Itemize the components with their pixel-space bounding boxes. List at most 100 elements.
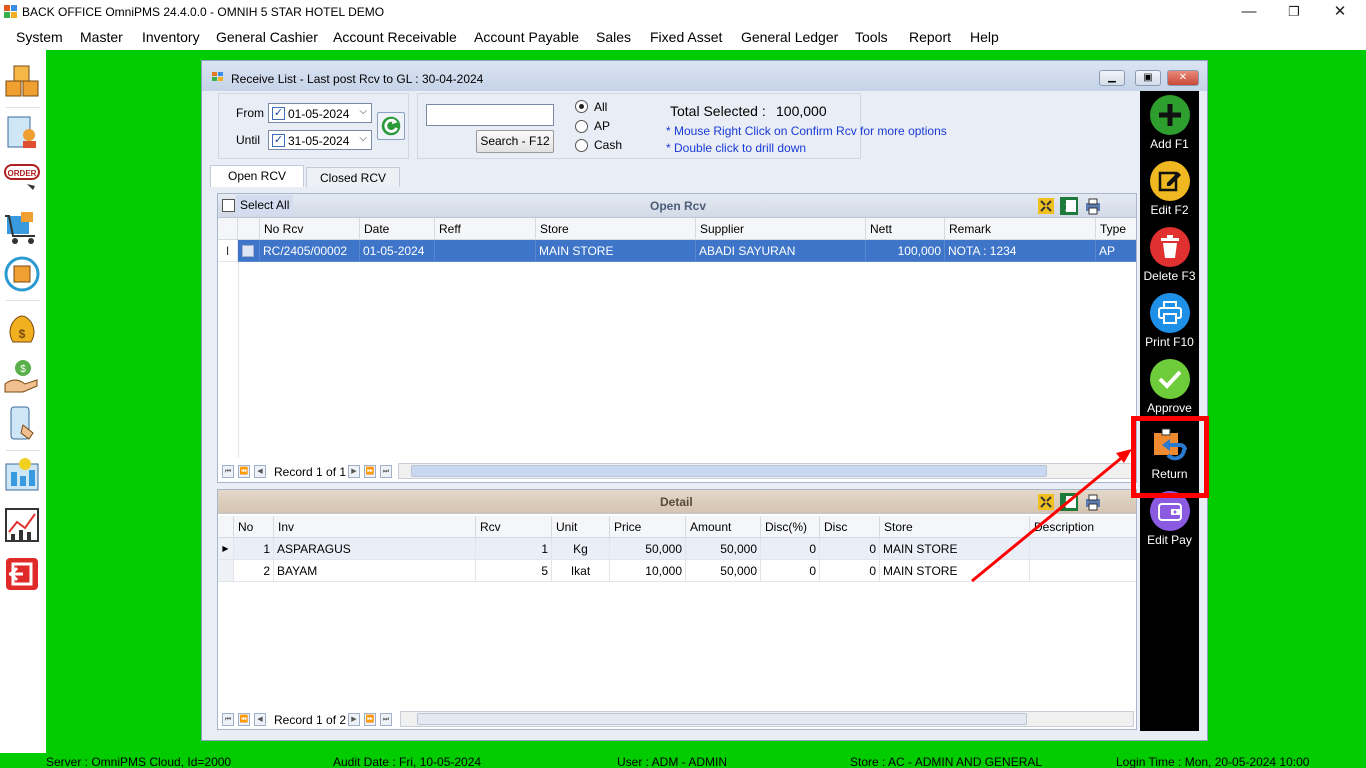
nav-prev-page-button[interactable]: ⏪ (238, 713, 250, 726)
detail-title: Detail (660, 495, 693, 509)
cell-price: 50,000 (610, 538, 686, 560)
col-supplier[interactable]: Supplier (696, 218, 866, 240)
scroll-thumb[interactable] (411, 465, 1047, 477)
cell-rcv: 1 (476, 538, 552, 560)
until-date-picker[interactable]: ✓ 31-05-2024 ⌵ (268, 130, 372, 150)
edit-pay-button[interactable]: Edit Pay (1140, 491, 1199, 547)
nav-next-button[interactable]: ▶ (348, 713, 360, 726)
edit-button[interactable]: Edit F2 (1140, 161, 1199, 217)
search-input[interactable] (426, 104, 554, 126)
hand-money-icon[interactable]: $ (3, 356, 41, 394)
radio-cash[interactable] (575, 139, 588, 152)
col-type[interactable]: Type (1096, 218, 1136, 240)
cell-supplier: ABADI SAYURAN (696, 240, 866, 262)
cell-inv: ASPARAGUS (274, 538, 476, 560)
tab-open-rcv[interactable]: Open RCV (210, 165, 304, 187)
col-nett[interactable]: Nett (866, 218, 945, 240)
add-button[interactable]: Add F1 (1140, 95, 1199, 151)
window-minimize-button[interactable]: ▁ (1099, 70, 1125, 86)
menu-inventory[interactable]: Inventory (142, 29, 200, 45)
window-restore-button[interactable]: ▣ (1135, 70, 1161, 86)
menu-system[interactable]: System (16, 29, 63, 45)
money-bag-icon[interactable]: $ (3, 308, 41, 346)
col-reff[interactable]: Reff (435, 218, 536, 240)
nav-next-button[interactable]: ▶ (348, 465, 360, 478)
app-title: BACK OFFICE OmniPMS 24.4.0.0 - OMNIH 5 S… (22, 5, 385, 19)
minimize-button[interactable]: — (1229, 2, 1269, 24)
mobile-touch-icon[interactable] (3, 405, 41, 443)
excel-icon[interactable]: X (1060, 197, 1078, 215)
menu-account-receivable[interactable]: Account Receivable (333, 29, 457, 45)
col-unit[interactable]: Unit (552, 516, 610, 538)
menu-general-cashier[interactable]: General Cashier (216, 29, 318, 45)
col-disc-percent[interactable]: Disc(%) (761, 516, 820, 538)
delete-button[interactable]: Delete F3 (1140, 227, 1199, 283)
date-filter-panel: From ✓ 01-05-2024 ⌵ Until ✓ 31-05-2024 ⌵ (218, 93, 409, 159)
open-rcv-title: Open Rcv (650, 199, 707, 213)
report-board-icon[interactable] (3, 456, 41, 494)
menu-account-payable[interactable]: Account Payable (474, 29, 579, 45)
nav-next-page-button[interactable]: ⏩ (364, 465, 376, 478)
horizontal-scrollbar[interactable] (400, 711, 1134, 727)
nav-next-page-button[interactable]: ⏩ (364, 713, 376, 726)
chart-icon[interactable] (3, 506, 41, 544)
print-button[interactable]: Print F10 (1140, 293, 1199, 349)
col-inv[interactable]: Inv (274, 516, 476, 538)
window-close-button[interactable]: ✕ (1167, 70, 1199, 86)
radio-all[interactable] (575, 100, 588, 113)
clipboard-user-icon[interactable] (3, 113, 41, 151)
menu-sales[interactable]: Sales (596, 29, 631, 45)
sync-box-icon[interactable] (3, 255, 41, 293)
col-no[interactable]: No (234, 516, 274, 538)
status-audit-date: Audit Date : Fri, 10-05-2024 (333, 755, 482, 768)
col-price[interactable]: Price (610, 516, 686, 538)
col-amount[interactable]: Amount (686, 516, 761, 538)
menu-master[interactable]: Master (80, 29, 123, 45)
col-remark[interactable]: Remark (945, 218, 1096, 240)
close-button[interactable]: ✕ (1320, 2, 1360, 24)
menu-fixed-asset[interactable]: Fixed Asset (650, 29, 722, 45)
nav-last-button[interactable]: ⏭ (380, 465, 392, 478)
exit-icon[interactable] (3, 555, 41, 593)
cart-icon[interactable] (3, 208, 41, 246)
select-all-label[interactable]: Select All (236, 195, 294, 215)
cell-disc: 0 (820, 538, 880, 560)
restore-button[interactable]: ❐ (1274, 2, 1314, 24)
from-date-checkbox[interactable]: ✓ (272, 107, 285, 120)
select-all-checkbox[interactable] (222, 199, 235, 212)
refresh-icon[interactable] (377, 112, 405, 140)
col-store[interactable]: Store (536, 218, 696, 240)
from-date-picker[interactable]: ✓ 01-05-2024 ⌵ (268, 103, 372, 123)
col-date[interactable]: Date (360, 218, 435, 240)
nav-prev-button[interactable]: ◀ (254, 713, 266, 726)
menu-general-ledger[interactable]: General Ledger (741, 29, 838, 45)
approve-button[interactable]: Approve (1140, 359, 1199, 415)
svg-text:ORDER: ORDER (8, 169, 37, 178)
chevron-down-icon[interactable]: ⌵ (359, 106, 367, 117)
print-grid-icon[interactable] (1084, 197, 1102, 215)
nav-prev-button[interactable]: ◀ (254, 465, 266, 478)
menu-tools[interactable]: Tools (855, 29, 888, 45)
col-disc[interactable]: Disc (820, 516, 880, 538)
search-button[interactable]: Search - F12 (476, 130, 554, 153)
receive-list-window: Receive List - Last post Rcv to GL : 30-… (201, 60, 1208, 741)
expand-icon[interactable] (1038, 198, 1054, 214)
menu-report[interactable]: Report (909, 29, 951, 45)
radio-ap[interactable] (575, 120, 588, 133)
scroll-thumb[interactable] (417, 713, 1027, 725)
menu-help[interactable]: Help (970, 29, 999, 45)
chevron-down-icon[interactable]: ⌵ (359, 133, 367, 144)
add-label: Add F1 (1150, 137, 1189, 151)
nav-prev-page-button[interactable]: ⏪ (238, 465, 250, 478)
tab-closed-rcv[interactable]: Closed RCV (306, 167, 400, 187)
nav-last-button[interactable]: ⏭ (380, 713, 392, 726)
status-user: User : ADM - ADMIN (617, 755, 728, 768)
col-rcv[interactable]: Rcv (476, 516, 552, 538)
boxes-icon[interactable] (3, 63, 41, 101)
col-no-rcv[interactable]: No Rcv (260, 218, 360, 240)
nav-first-button[interactable]: ⏮ (222, 713, 234, 726)
row-checkbox[interactable] (238, 240, 260, 262)
nav-first-button[interactable]: ⏮ (222, 465, 234, 478)
until-date-checkbox[interactable]: ✓ (272, 134, 285, 147)
order-icon[interactable]: ORDER (3, 160, 41, 198)
